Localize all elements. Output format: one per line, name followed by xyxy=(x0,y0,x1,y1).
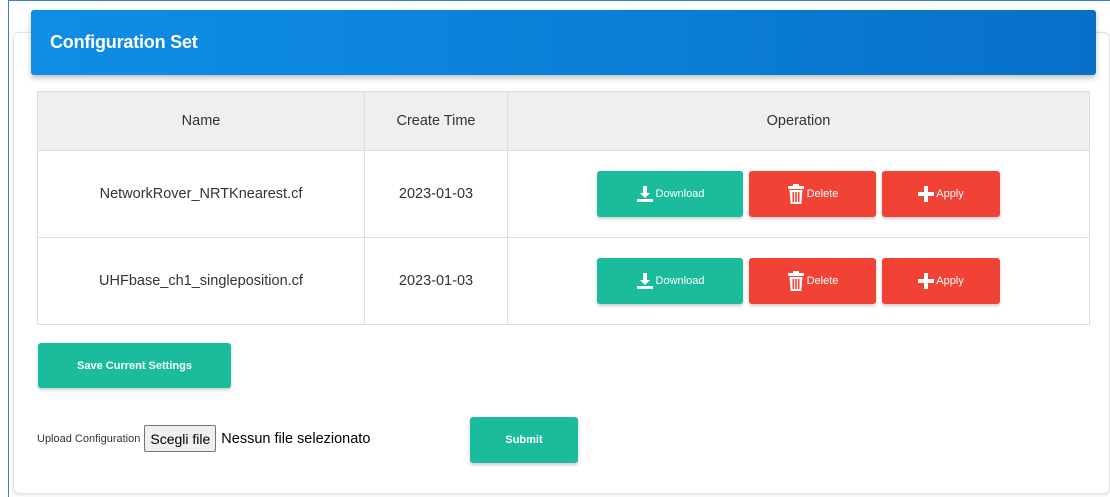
apply-button[interactable]: Apply xyxy=(882,171,1000,217)
apply-label: Apply xyxy=(936,275,964,287)
download-icon xyxy=(636,185,654,203)
download-icon xyxy=(636,272,654,290)
choose-file-button[interactable]: Scegli file xyxy=(144,425,217,452)
column-header-create-time: Create Time xyxy=(364,91,508,151)
table-header-row: Name Create Time Operation xyxy=(37,91,1090,151)
delete-button[interactable]: Delete xyxy=(749,171,876,217)
download-button[interactable]: Download xyxy=(597,258,743,304)
window-border-left xyxy=(8,0,9,497)
apply-button[interactable]: Apply xyxy=(882,258,1000,304)
create-time-cell: 2023-01-03 xyxy=(364,150,508,238)
trash-icon xyxy=(787,184,805,204)
column-header-name: Name xyxy=(37,91,365,151)
trash-icon xyxy=(787,271,805,291)
upload-configuration-label: Upload Configuration xyxy=(37,432,141,445)
plus-icon xyxy=(918,186,935,202)
download-label: Download xyxy=(655,275,705,287)
delete-label: Delete xyxy=(806,275,839,287)
create-time-cell: 2023-01-03 xyxy=(364,237,508,325)
panel-header: Configuration Set xyxy=(31,10,1096,75)
plus-icon xyxy=(918,273,935,289)
config-name-cell: NetworkRover_NRTKnearest.cf xyxy=(37,150,365,238)
upload-row: Upload Configuration Scegli file Nessun … xyxy=(37,425,370,452)
column-header-operation: Operation xyxy=(507,91,1090,151)
operation-cell: Download Delete Apply xyxy=(507,150,1090,238)
delete-button[interactable]: Delete xyxy=(749,258,876,304)
table-row: NetworkRover_NRTKnearest.cf 2023-01-03 D… xyxy=(37,150,1090,238)
save-current-settings-button[interactable]: Save Current Settings xyxy=(38,343,231,388)
table-row: UHFbase_ch1_singleposition.cf 2023-01-03… xyxy=(37,237,1090,325)
delete-label: Delete xyxy=(806,188,839,200)
submit-button[interactable]: Submit xyxy=(470,417,578,463)
window-border-top xyxy=(8,0,1110,1)
download-button[interactable]: Download xyxy=(597,171,743,217)
file-status-text: Nessun file selezionato xyxy=(221,430,371,447)
panel-title: Configuration Set xyxy=(50,32,198,52)
apply-label: Apply xyxy=(936,188,964,200)
download-label: Download xyxy=(655,188,705,200)
config-name-cell: UHFbase_ch1_singleposition.cf xyxy=(37,237,365,325)
operation-cell: Download Delete Apply xyxy=(507,237,1090,325)
configuration-table: Name Create Time Operation NetworkRover_… xyxy=(37,91,1090,325)
